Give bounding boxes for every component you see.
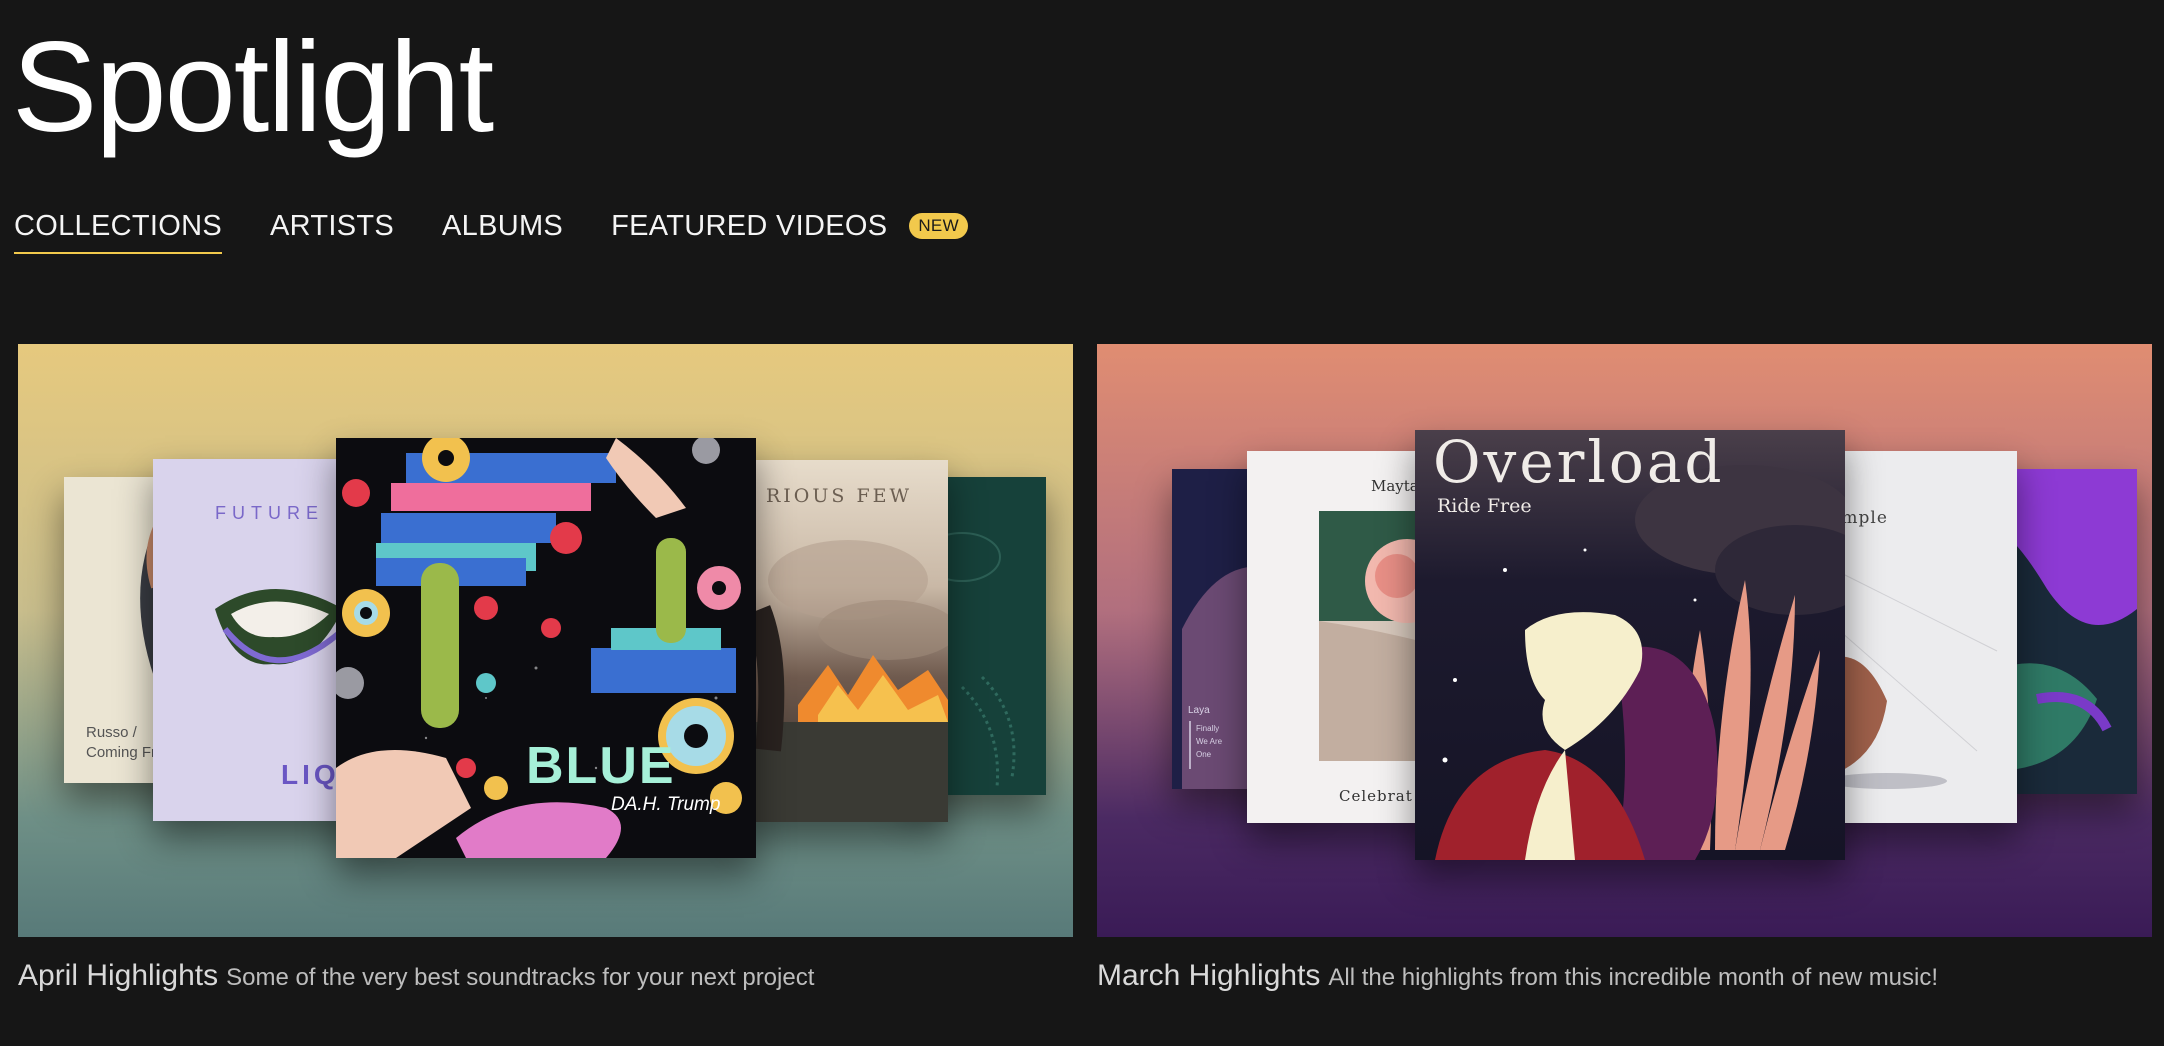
cover-russo-line1: Russo / [86, 724, 138, 741]
album-cover-various-few: RIOUS FEW [738, 460, 948, 822]
cover-liquid-text: LIQ [281, 759, 340, 790]
cover-cactus-right [656, 538, 686, 643]
cover-laya-text: Laya [1188, 705, 1210, 716]
album-cover-purple [1997, 469, 2137, 794]
collection-caption-april: April Highlights Some of the very best s… [18, 959, 1073, 993]
tab-featured-videos[interactable]: FEATURED VIDEOS NEW [611, 196, 968, 256]
cover-various-few-text: RIOUS FEW [766, 485, 912, 507]
album-cover-overload: Overload Ride Free [1415, 430, 1845, 860]
new-badge: NEW [909, 213, 968, 239]
collection-description: Some of the very best soundtracks for yo… [226, 964, 815, 991]
collection-card-april[interactable]: Russo / Coming From RIOUS FEW FUTURE LIQ… [18, 344, 1073, 993]
collection-cover-april[interactable]: Russo / Coming From RIOUS FEW FUTURE LIQ… [18, 344, 1073, 937]
collection-title[interactable]: April Highlights [18, 959, 218, 993]
tab-collections[interactable]: COLLECTIONS [14, 196, 222, 256]
tab-featured-videos-label: FEATURED VIDEOS [611, 209, 888, 242]
page-title: Spotlight [12, 16, 494, 159]
tab-collections-label: COLLECTIONS [14, 209, 222, 242]
collection-cover-march[interactable]: Laya Finally We Are One Mayta Celebrat T… [1097, 344, 2152, 937]
cover-overload-title: Overload [1433, 430, 1725, 496]
cover-future-text: FUTURE [215, 503, 324, 523]
cover-blue-title: BLUE [526, 737, 676, 795]
cover-blue-artist: DA.H. Trump [611, 794, 720, 815]
tab-artists[interactable]: ARTISTS [270, 196, 394, 256]
cover-finally-line2: We Are [1196, 737, 1223, 746]
collection-title[interactable]: March Highlights [1097, 959, 1320, 993]
tab-bar: COLLECTIONS ARTISTS ALBUMS FEATURED VIDE… [14, 196, 1016, 256]
cover-overload-subtitle: Ride Free [1437, 495, 1532, 517]
cover-celebrat-text: Celebrat [1339, 787, 1413, 805]
cover-cactus-left [421, 563, 459, 728]
tab-artists-label: ARTISTS [269, 209, 395, 242]
cover-finally-line3: One [1196, 750, 1212, 759]
tab-albums-label: ALBUMS [442, 209, 564, 242]
collection-caption-march: March Highlights All the highlights from… [1097, 959, 2152, 993]
tab-albums[interactable]: ALBUMS [442, 196, 563, 256]
cover-mayta-text: Mayta [1371, 477, 1419, 495]
collection-card-march[interactable]: Laya Finally We Are One Mayta Celebrat T… [1097, 344, 2152, 993]
cover-finally-line1: Finally [1196, 724, 1219, 733]
album-cover-blue: BLUE DA.H. Trump [336, 438, 756, 858]
collection-description: All the highlights from this incredible … [1328, 964, 1939, 991]
